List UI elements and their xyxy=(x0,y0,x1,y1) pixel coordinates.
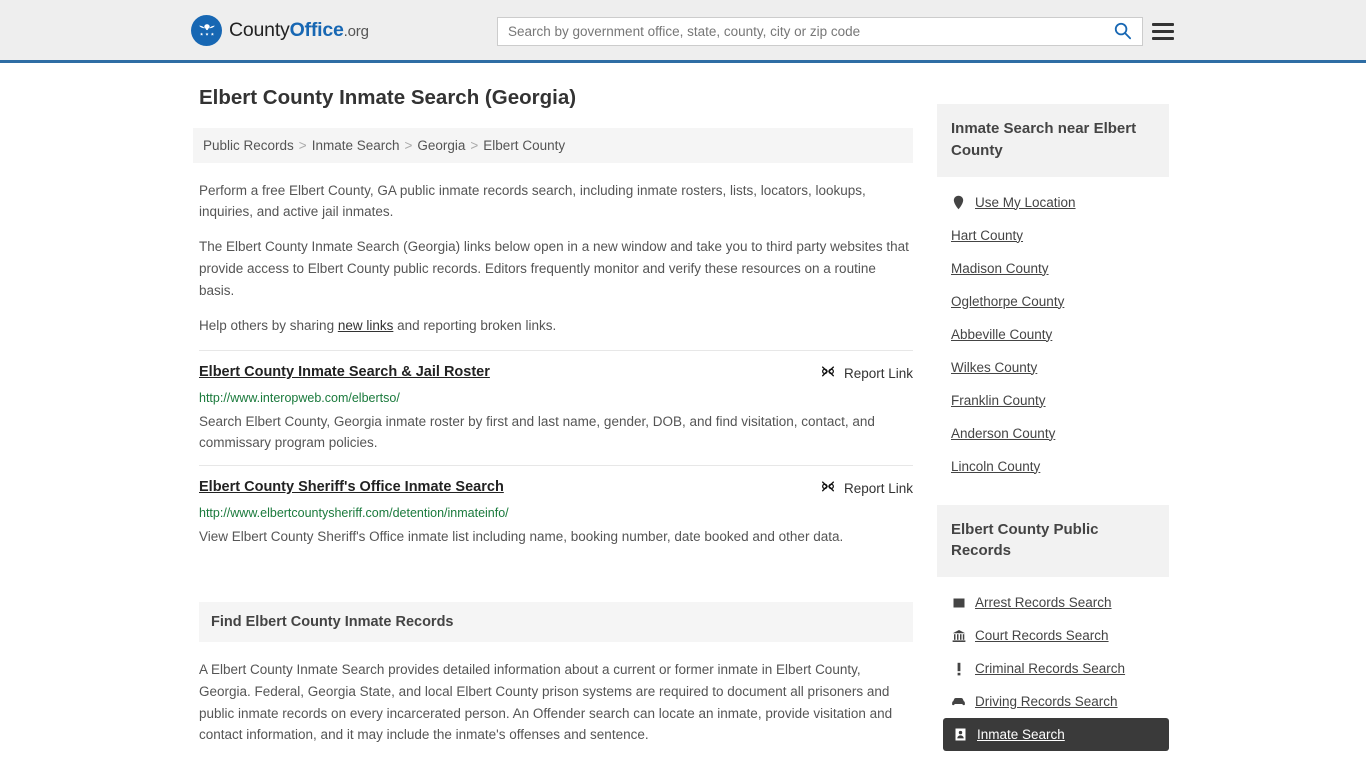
result-title-link[interactable]: Elbert County Inmate Search & Jail Roste… xyxy=(199,363,490,382)
content-container: Elbert County Inmate Search (Georgia) Pu… xyxy=(193,63,1173,768)
breadcrumb-item-elbert-county: Elbert County xyxy=(483,137,566,153)
intro-paragraph-2: The Elbert County Inmate Search (Georgia… xyxy=(199,239,909,299)
public-records-card-heading: Elbert County Public Records xyxy=(937,504,1169,577)
breadcrumb-item-inmate-search[interactable]: Inmate Search xyxy=(312,138,400,153)
sidebar-item-label: Madison County xyxy=(951,260,1049,276)
nearby-list: Use My Location Hart County Madison Coun… xyxy=(937,177,1169,483)
report-link-button[interactable]: Report Link xyxy=(820,363,913,383)
search-input[interactable] xyxy=(498,18,1109,45)
section-paragraph: A Elbert County Inmate Search provides d… xyxy=(199,661,893,743)
sidebar-item-court-records-search[interactable]: Court Records Search xyxy=(937,619,1169,652)
sidebar-item-driving-records-search[interactable]: Driving Records Search xyxy=(937,685,1169,718)
hamburger-bar xyxy=(1152,22,1174,26)
intro-text: Perform a free Elbert County, GA public … xyxy=(193,180,913,337)
breadcrumb: Public Records > Inmate Search > Georgia > Elb… xyxy=(193,127,913,163)
page-title: Elbert County Inmate Search (Georgia) xyxy=(199,86,577,109)
sidebar: Inmate Search near Elbert County Use My … xyxy=(937,86,1169,768)
sidebar-item-label: Use My Location xyxy=(975,194,1076,210)
sidebar-item-label: Oglethorpe County xyxy=(951,293,1065,309)
sidebar-item-criminal-records-search[interactable]: Criminal Records Search xyxy=(937,652,1169,685)
sidebar-item-label: Lincoln County xyxy=(951,458,1041,474)
public-records-list: Arrest Records Search Court Records Sear… xyxy=(937,577,1169,751)
car-icon xyxy=(951,696,966,707)
map-pin-icon xyxy=(951,195,966,210)
intro-p3-before: Help others by sharing xyxy=(199,317,338,333)
result-url[interactable]: http://www.interopweb.com/elbertso/ xyxy=(199,389,913,408)
sidebar-item-wilkes-county[interactable]: Wilkes County xyxy=(937,351,1169,384)
result-item: Elbert County Sheriff's Office Inmate Se… xyxy=(199,465,913,559)
section-body: A Elbert County Inmate Search provides d… xyxy=(193,659,913,768)
eagle-emblem-icon xyxy=(191,14,222,46)
logo-text-part3: .org xyxy=(343,22,369,40)
section-heading: Find Elbert County Inmate Records xyxy=(199,601,913,642)
sidebar-item-abbeville-county[interactable]: Abbeville County xyxy=(937,318,1169,351)
result-url[interactable]: http://www.elbertcountysheriff.com/deten… xyxy=(199,504,913,523)
courthouse-icon xyxy=(951,629,966,643)
main-column: Elbert County Inmate Search (Georgia) Pu… xyxy=(193,86,913,768)
intro-paragraph-1: Perform a free Elbert County, GA public … xyxy=(199,182,866,220)
breadcrumb-separator: > xyxy=(470,137,479,153)
nearby-card-heading: Inmate Search near Elbert County xyxy=(937,104,1169,177)
sidebar-item-use-my-location[interactable]: Use My Location xyxy=(937,186,1169,219)
sidebar-item-label: Arrest Records Search xyxy=(975,595,1112,610)
sidebar-item-label: Anderson County xyxy=(951,425,1056,441)
site-header: CountyOffice.org xyxy=(0,0,1366,63)
public-records-card: Elbert County Public Records Arrest Reco… xyxy=(937,504,1169,751)
result-description: Search Elbert County, Georgia inmate ros… xyxy=(199,413,875,451)
sidebar-item-lincoln-county[interactable]: Lincoln County xyxy=(937,450,1169,483)
sidebar-item-label: Driving Records Search xyxy=(975,694,1118,709)
nearby-card: Inmate Search near Elbert County Use My … xyxy=(937,104,1169,483)
sidebar-item-label: Criminal Records Search xyxy=(975,661,1126,676)
site-logo-text: CountyOffice.org xyxy=(229,19,369,42)
hamburger-bar xyxy=(1152,36,1174,40)
menu-icon[interactable] xyxy=(1152,20,1174,42)
intro-p3-after: and reporting broken links. xyxy=(393,317,557,333)
sidebar-item-label: Franklin County xyxy=(951,392,1046,408)
broken-link-icon xyxy=(820,479,836,498)
breadcrumb-item-georgia[interactable]: Georgia xyxy=(417,138,465,153)
breadcrumb-separator: > xyxy=(298,137,307,153)
sidebar-item-franklin-county[interactable]: Franklin County xyxy=(937,384,1169,417)
result-header: Elbert County Sheriff's Office Inmate Se… xyxy=(199,478,913,498)
page-body: Elbert County Inmate Search (Georgia) Pu… xyxy=(0,63,1366,768)
sidebar-item-label: Inmate Search xyxy=(977,727,1065,742)
result-description: View Elbert County Sheriff's Office inma… xyxy=(199,528,844,544)
hamburger-bar xyxy=(1152,29,1174,33)
report-link-label: Report Link xyxy=(843,481,913,497)
sidebar-item-label: Wilkes County xyxy=(951,359,1038,375)
logo-text-part1: County xyxy=(229,18,290,41)
report-link-label: Report Link xyxy=(843,365,913,381)
sidebar-item-hart-county[interactable]: Hart County xyxy=(937,219,1169,252)
logo-text-part2: Office xyxy=(289,18,344,41)
sidebar-item-oglethorpe-county[interactable]: Oglethorpe County xyxy=(937,285,1169,318)
sidebar-item-label: Court Records Search xyxy=(975,628,1109,643)
result-header: Elbert County Inmate Search & Jail Roste… xyxy=(199,363,913,383)
sidebar-item-anderson-county[interactable]: Anderson County xyxy=(937,417,1169,450)
sidebar-item-madison-county[interactable]: Madison County xyxy=(937,252,1169,285)
intro-paragraph-3: Help others by sharing new links and rep… xyxy=(199,315,913,337)
sidebar-item-label: Hart County xyxy=(951,227,1024,243)
id-card-icon xyxy=(953,728,968,741)
search-button[interactable] xyxy=(1109,18,1142,45)
square-icon xyxy=(951,597,966,609)
site-logo[interactable]: CountyOffice.org xyxy=(191,14,369,46)
result-item: Elbert County Inmate Search & Jail Roste… xyxy=(199,349,913,465)
report-link-button[interactable]: Report Link xyxy=(820,478,913,498)
exclamation-icon xyxy=(951,662,966,676)
sidebar-item-label: Abbeville County xyxy=(951,326,1053,342)
breadcrumb-item-public-records[interactable]: Public Records xyxy=(203,138,294,153)
search-icon xyxy=(1113,21,1132,43)
sidebar-item-inmate-search[interactable]: Inmate Search xyxy=(943,718,1169,751)
new-links-link[interactable]: new links xyxy=(338,318,394,333)
search-bar xyxy=(497,17,1143,46)
result-title-link[interactable]: Elbert County Sheriff's Office Inmate Se… xyxy=(199,478,504,497)
sidebar-item-arrest-records-search[interactable]: Arrest Records Search xyxy=(937,586,1169,619)
broken-link-icon xyxy=(820,364,836,383)
breadcrumb-separator: > xyxy=(404,137,413,153)
learn-heading: Learn about Inmate Searches, including: xyxy=(199,764,913,768)
